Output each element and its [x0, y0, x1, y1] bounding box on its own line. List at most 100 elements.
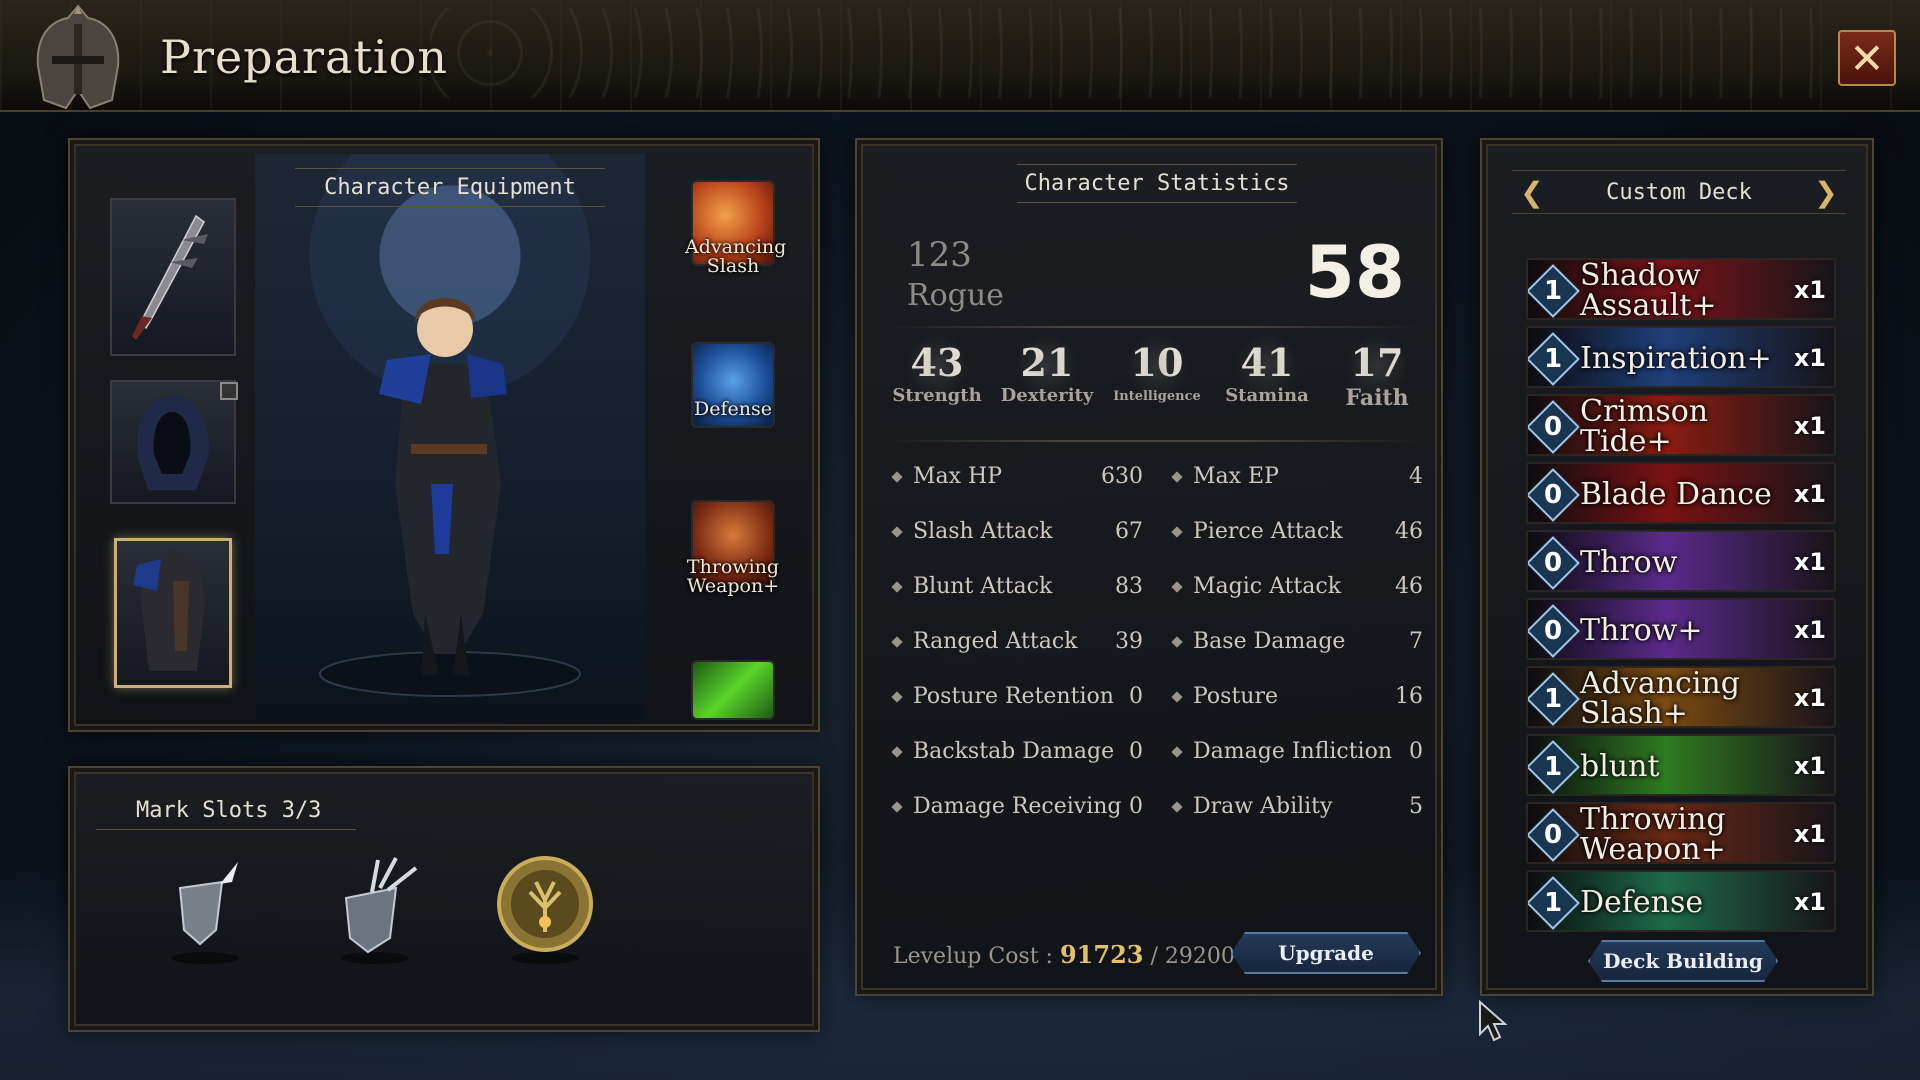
stat-name: Posture Retention — [913, 684, 1114, 709]
stat-name: Posture — [1193, 684, 1278, 709]
attribute-stamina[interactable]: 41 Stamina — [1217, 334, 1317, 406]
stat-row: Damage Receiving 0 — [891, 794, 1143, 819]
character-statistics-panel: Character Statistics 123 Rogue 58 43 Str… — [855, 138, 1443, 996]
card-cost: 1 — [1543, 276, 1563, 306]
chevron-right-icon[interactable]: ❯ — [1806, 176, 1846, 209]
character-equipment-panel: Character Equipment Advancing Slash Defe… — [68, 138, 820, 732]
diamond-bullet-icon — [1171, 526, 1183, 538]
card-quantity: x1 — [1793, 684, 1826, 712]
equip-slot-armor[interactable] — [114, 538, 232, 688]
close-icon: ✕ — [1849, 33, 1885, 83]
close-button[interactable]: ✕ — [1838, 30, 1896, 86]
levelup-required: 29200 — [1164, 944, 1235, 969]
character-level: 123 — [907, 235, 972, 275]
stat-name: Backstab Damage — [913, 739, 1115, 764]
mark-slot-2[interactable] — [320, 848, 430, 968]
stat-row: Damage Infliction 0 — [1171, 739, 1423, 764]
deck-card[interactable]: 0 Throw x1 — [1526, 530, 1836, 592]
attribute-faith[interactable]: 17 Faith — [1327, 334, 1427, 411]
page-title: Preparation — [160, 30, 448, 84]
card-cost: 0 — [1543, 820, 1563, 850]
card-quantity: x1 — [1793, 888, 1826, 916]
deck-card[interactable]: 1 Advancing Slash+ x1 — [1526, 666, 1836, 728]
deck-card[interactable]: 1 Defense x1 — [1526, 870, 1836, 932]
deck-card[interactable]: 0 Blade Dance x1 — [1526, 462, 1836, 524]
card-quantity: x1 — [1793, 548, 1826, 576]
stat-row: Ranged Attack 39 — [891, 629, 1143, 654]
stat-row: Slash Attack 67 — [891, 519, 1143, 544]
deck-card[interactable]: 1 blunt x1 — [1526, 734, 1836, 796]
deck-card[interactable]: 0 Crimson Tide+ x1 — [1526, 394, 1836, 456]
equip-slot-weapon[interactable] — [110, 198, 236, 356]
stat-row: Base Damage 7 — [1171, 629, 1423, 654]
card-cost: 0 — [1543, 616, 1563, 646]
attribute-dexterity[interactable]: 21 Dexterity — [997, 334, 1097, 406]
diamond-bullet-icon — [891, 801, 903, 813]
deck-selector: ❮ Custom Deck ❯ — [1512, 170, 1846, 214]
dagger-icon — [132, 214, 208, 340]
card-cost: 0 — [1543, 480, 1563, 510]
diamond-bullet-icon — [1171, 581, 1183, 593]
deck-building-button[interactable]: Deck Building — [1588, 940, 1778, 982]
stat-value: 0 — [1409, 739, 1423, 764]
card-quantity: x1 — [1793, 412, 1826, 440]
stat-name: Slash Attack — [913, 519, 1053, 544]
card-cost: 1 — [1543, 888, 1563, 918]
stat-value: 46 — [1395, 574, 1423, 599]
stat-row: Posture Retention 0 — [891, 684, 1143, 709]
deck-card[interactable]: 1 Inspiration+ x1 — [1526, 326, 1836, 388]
stat-row: Pierce Attack 46 — [1171, 519, 1423, 544]
diamond-bullet-icon — [891, 691, 903, 703]
card-quantity: x1 — [1793, 820, 1826, 848]
skill-card-partial[interactable] — [685, 660, 781, 720]
stat-row: Magic Attack 46 — [1171, 574, 1423, 599]
stat-value: 39 — [1115, 629, 1143, 654]
skill-card-throwing-weapon[interactable]: Throwing Weapon+ — [685, 500, 781, 596]
stat-value: 83 — [1115, 574, 1143, 599]
card-cost: 1 — [1543, 684, 1563, 714]
diamond-bullet-icon — [1171, 691, 1183, 703]
mark-slots-panel: Mark Slots 3/3 — [68, 766, 820, 1032]
deck-card[interactable]: 0 Throw+ x1 — [1526, 598, 1836, 660]
mark-slot-1[interactable] — [150, 848, 260, 968]
stat-name: Damage Receiving — [913, 794, 1122, 819]
card-name: Defense — [1580, 885, 1704, 920]
stat-name: Draw Ability — [1193, 794, 1333, 819]
helmet-icon — [30, 4, 126, 114]
stat-value: 0 — [1129, 739, 1143, 764]
stat-value: 16 — [1395, 684, 1423, 709]
skill-card-defense[interactable]: Defense — [685, 342, 781, 428]
stat-row: Posture 16 — [1171, 684, 1423, 709]
equip-slot-hood[interactable] — [110, 380, 238, 504]
mark-feather-icon — [171, 862, 239, 964]
statistics-panel-label: Character Statistics — [1017, 164, 1297, 203]
stat-value: 46 — [1395, 519, 1423, 544]
character-preview[interactable]: Character Equipment — [255, 154, 645, 720]
card-quantity: x1 — [1793, 616, 1826, 644]
attribute-strength[interactable]: 43 Strength — [887, 334, 987, 406]
mark-slot-3[interactable] — [490, 848, 600, 968]
card-name: blunt — [1580, 749, 1660, 784]
deck-name: Custom Deck — [1606, 179, 1752, 205]
divider — [885, 326, 1421, 328]
deck-card[interactable]: 0 Throwing Weapon+ x1 — [1526, 802, 1836, 864]
upgrade-button[interactable]: Upgrade — [1231, 932, 1421, 974]
card-quantity: x1 — [1793, 752, 1826, 780]
blunt-skill-icon — [691, 660, 775, 720]
character-model — [319, 298, 581, 697]
card-cost: 1 — [1543, 344, 1563, 374]
deck-card[interactable]: 1 Shadow Assault+ x1 — [1526, 258, 1836, 320]
attribute-intelligence[interactable]: 10 Intelligence — [1107, 334, 1207, 404]
header-ornament — [430, 8, 1830, 98]
stat-name: Blunt Attack — [913, 574, 1053, 599]
skill-card-advancing-slash[interactable]: Advancing Slash — [685, 180, 786, 276]
stat-value: 5 — [1409, 794, 1423, 819]
chevron-left-icon[interactable]: ❮ — [1512, 176, 1552, 209]
slot-checkbox[interactable] — [220, 382, 238, 400]
stat-value: 0 — [1129, 684, 1143, 709]
hood-icon — [137, 396, 209, 490]
stat-row: Max EP 4 — [1171, 464, 1423, 489]
stat-row: Max HP 630 — [891, 464, 1143, 489]
card-quantity: x1 — [1793, 344, 1826, 372]
stat-name: Ranged Attack — [913, 629, 1078, 654]
